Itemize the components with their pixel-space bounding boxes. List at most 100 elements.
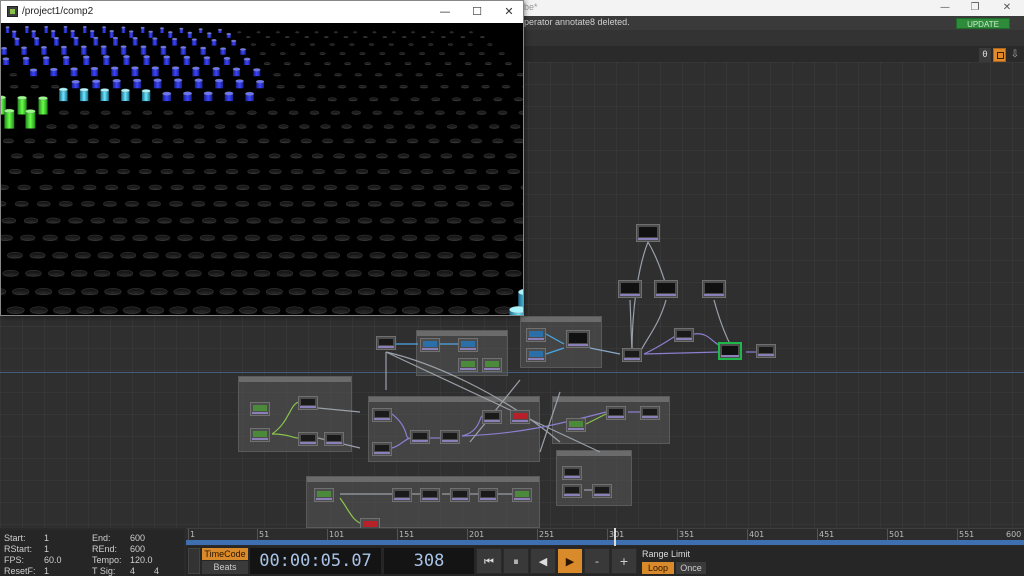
loop-button[interactable]: Loop — [642, 562, 674, 574]
minimize-button[interactable]: — — [930, 0, 960, 16]
viewer-title: /project1/comp2 — [22, 6, 94, 17]
tick-label: 51 — [259, 530, 270, 539]
plus-button[interactable]: + — [611, 548, 637, 574]
timecode-display[interactable]: 00:00:05.07 — [250, 548, 381, 574]
viewer-close-button[interactable]: ✕ — [497, 4, 521, 20]
operator-node[interactable] — [566, 418, 586, 432]
operator-node[interactable] — [562, 484, 582, 498]
minus-button[interactable]: - — [584, 548, 610, 574]
operator-node[interactable] — [702, 280, 726, 298]
operator-node[interactable] — [372, 408, 392, 422]
tick-label: 1 — [190, 530, 196, 539]
operator-node[interactable] — [420, 488, 440, 502]
status-message: perator annotate8 deleted. — [524, 17, 630, 27]
once-button[interactable]: Once — [676, 562, 706, 574]
resetf-label: ResetF: — [4, 566, 36, 576]
rstart-label: RStart: — [4, 544, 33, 554]
rend-field[interactable]: 600 — [130, 544, 145, 554]
resetf-field[interactable]: 1 — [44, 566, 49, 576]
operator-node[interactable] — [420, 338, 440, 352]
operator-node[interactable] — [654, 280, 678, 298]
operator-node[interactable] — [478, 488, 498, 502]
transport-side-handle[interactable] — [188, 548, 200, 574]
tick-label: 201 — [469, 530, 485, 539]
timecode-mode-button[interactable]: TimeCode — [202, 548, 248, 560]
beats-mode-button[interactable]: Beats — [202, 561, 248, 574]
viewer-maximize-button[interactable]: ☐ — [465, 4, 489, 20]
download-arrow-icon[interactable]: ⇩ — [1009, 48, 1021, 62]
tempo-label: Tempo: — [92, 555, 122, 565]
operator-node[interactable] — [510, 410, 530, 424]
operator-node[interactable] — [250, 402, 270, 416]
time-settings-panel: Start: 1 RStart: 1 FPS: 60.0 ResetF: 1 E… — [0, 530, 184, 576]
operator-node[interactable] — [618, 280, 642, 298]
restore-button[interactable]: ❐ — [960, 0, 990, 16]
touchdesigner-app-icon — [7, 6, 18, 17]
operator-node[interactable] — [458, 338, 478, 352]
rstart-field[interactable]: 1 — [44, 544, 49, 554]
operator-node[interactable] — [756, 344, 776, 358]
operator-node[interactable] — [360, 518, 380, 528]
tsig-label: T Sig: — [92, 566, 116, 576]
viewer-window[interactable]: /project1/comp2 — ☐ ✕ — [0, 0, 524, 316]
operator-node[interactable] — [526, 328, 546, 342]
tick-label: 451 — [819, 530, 835, 539]
operator-node[interactable] — [440, 430, 460, 444]
play-icon[interactable]: ▶ — [557, 548, 583, 574]
pause-icon[interactable]: ⏸ — [503, 548, 529, 574]
timeline-playhead[interactable] — [614, 528, 616, 546]
operator-node[interactable] — [482, 410, 502, 424]
operator-node[interactable] — [392, 488, 412, 502]
tick-label: 501 — [889, 530, 905, 539]
network-counter[interactable]: 0 — [979, 48, 991, 62]
operator-node[interactable] — [640, 406, 660, 420]
network-view-toggle-icon[interactable] — [993, 48, 1006, 62]
viewer-titlebar[interactable]: /project1/comp2 — ☐ ✕ — [1, 1, 523, 23]
rend-label: REnd: — [92, 544, 118, 554]
tick-label: 151 — [399, 530, 415, 539]
operator-node[interactable] — [526, 348, 546, 362]
timeline-range-bar[interactable] — [186, 540, 1024, 545]
operator-node[interactable] — [674, 328, 694, 342]
render-viewport[interactable] — [1, 23, 523, 315]
fps-field[interactable]: 60.0 — [44, 555, 62, 565]
operator-node[interactable] — [636, 224, 660, 242]
rewind-icon[interactable]: ⏮ — [476, 548, 502, 574]
tsig-numerator-field[interactable]: 4 — [130, 566, 135, 576]
operator-node[interactable] — [314, 488, 334, 502]
tick-label: 101 — [329, 530, 345, 539]
operator-node[interactable] — [482, 358, 502, 372]
operator-node[interactable] — [606, 406, 626, 420]
start-field[interactable]: 1 — [44, 533, 49, 543]
operator-node[interactable] — [566, 330, 590, 348]
operator-node[interactable] — [592, 484, 612, 498]
cylinder-grid-render — [1, 26, 523, 315]
operator-node[interactable] — [298, 396, 318, 410]
touchdesigner-app: be* — ❐ ✕ perator annotate8 deleted. UPD… — [0, 0, 1024, 576]
operator-node[interactable] — [410, 430, 430, 444]
operator-node[interactable] — [450, 488, 470, 502]
fps-label: FPS: — [4, 555, 25, 565]
tsig-denominator-field[interactable]: 4 — [154, 566, 159, 576]
tempo-field[interactable]: 120.0 — [130, 555, 153, 565]
operator-node[interactable] — [250, 428, 270, 442]
viewer-minimize-button[interactable]: — — [433, 4, 457, 20]
operator-node[interactable] — [458, 358, 478, 372]
selected-operator-node[interactable] — [718, 342, 742, 360]
timeline-ruler[interactable]: 1 51 101 151 201 251 301 351 401 451 501… — [186, 528, 1024, 541]
frame-display[interactable]: 308 — [384, 548, 474, 574]
start-label: Start: — [4, 533, 26, 543]
operator-node[interactable] — [324, 432, 344, 446]
operator-node[interactable] — [562, 466, 582, 480]
end-field[interactable]: 600 — [130, 533, 145, 543]
step-back-icon[interactable]: ◀ — [530, 548, 556, 574]
close-button[interactable]: ✕ — [992, 0, 1022, 16]
range-limit-label: Range Limit — [642, 549, 691, 559]
operator-node[interactable] — [372, 442, 392, 456]
operator-node[interactable] — [622, 348, 642, 362]
update-button[interactable]: UPDATE — [956, 18, 1010, 29]
tick-label: 351 — [679, 530, 695, 539]
operator-node[interactable] — [298, 432, 318, 446]
operator-node[interactable] — [512, 488, 532, 502]
operator-node[interactable] — [376, 336, 396, 350]
